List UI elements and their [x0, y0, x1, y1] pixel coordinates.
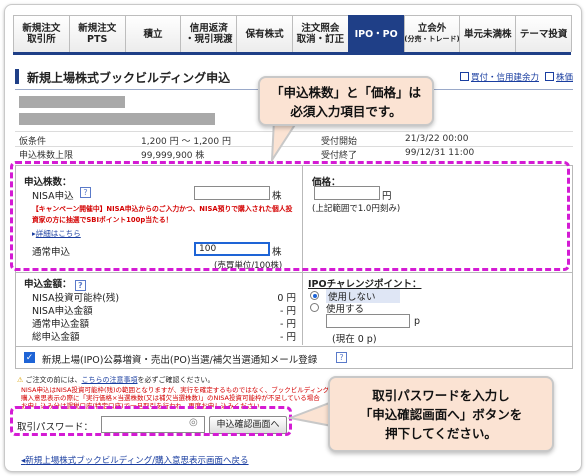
redacted-stock-code — [19, 96, 125, 108]
redacted-stock-name — [19, 113, 215, 125]
amount-row-value: 0 円 — [277, 293, 296, 304]
warning-icon: ⚠ — [17, 376, 24, 384]
tab-sublabel: 取引所 — [27, 34, 56, 45]
back-link[interactable]: ◂新規上場株式ブックビルディング/購入意思表示画面へ戻る — [21, 454, 249, 466]
tab-label: 信用返済 — [189, 23, 228, 34]
tab-new-order-exchange[interactable]: 新規注文 取引所 — [13, 15, 70, 52]
amount-row-value: - 円 — [280, 306, 296, 317]
annotation-highlight-password — [10, 406, 292, 436]
callout-required-fields: 「申込株数」と「価格」は 必須入力項目です。 — [258, 76, 434, 126]
buying-power-link-label: 買付・信用建余力 — [470, 73, 539, 83]
tab-label: 新規注文 — [22, 23, 61, 34]
callout-line: 必須入力項目です。 — [290, 104, 402, 119]
order-tabs: 新規注文 取引所 新規注文 PTS 積立 信用返済 ・現引現渡 保有株式 注文照会 取消… — [13, 15, 572, 55]
callout-line: 「申込株数」と「価格」は — [270, 85, 421, 100]
ipo-radio-unused[interactable] — [310, 291, 319, 300]
callout-line: 取引パスワードを入力し — [372, 388, 510, 403]
amount-row-label: 総申込金額 — [32, 332, 80, 343]
nisa-red-notice-1: NISA申込はNISA投資可能枠(残)の範囲となりますが、実行を確定するものでは… — [21, 386, 330, 394]
tab-odd-lot[interactable]: 単元未満株 — [459, 15, 517, 52]
back-link-label: 新規上場株式ブックビルディング/購入意思表示画面へ戻る — [25, 456, 249, 466]
callout-password-instruction: 取引パスワードを入力し 「申込確認画面へ」ボタンを 押下してください。 — [328, 376, 554, 452]
page-title: 新規上場株式ブックビルディング申込 — [27, 71, 231, 85]
amount-row-label: 通常申込金額 — [32, 319, 90, 330]
mail-label: 新規上場(IPO)公募増資・売出(PO)当選/補欠当選通知メール登録 — [42, 355, 318, 366]
unit-p: p — [414, 316, 421, 327]
tab-label: 積立 — [143, 28, 163, 40]
amount-row-label: NISA投資可能枠(残) — [32, 293, 120, 304]
stock-price-link-label: 株価 — [555, 73, 573, 83]
end-value: 99/12/31 11:00 — [405, 148, 475, 158]
ipo-current-points: (現在 0 p) — [332, 334, 377, 345]
annotation-highlight-qty-price — [10, 161, 570, 271]
stock-price-link[interactable]: 株価 — [544, 71, 573, 83]
tab-label: 立会外 — [417, 23, 447, 34]
tab-new-order-pts[interactable]: 新規注文 PTS — [68, 15, 126, 52]
tab-label: IPO・PO — [354, 28, 398, 40]
ipo-radio-use[interactable] — [310, 303, 319, 312]
amount-table: 申込金額： ? NISA投資可能枠(残) 0 円 NISA申込金額 - 円 通常… — [15, 273, 573, 347]
end-label: 受付終了 — [321, 151, 358, 161]
tab-theme-invest[interactable]: テーマ投資 — [515, 15, 572, 52]
amount-row-value: - 円 — [280, 332, 296, 343]
amount-label-text: 申込金額： — [24, 279, 72, 290]
tab-order-inquiry[interactable]: 注文照会 取消・訂正 — [291, 15, 349, 52]
tab-off-auction[interactable]: 立会外 (分売・トレード) — [403, 15, 461, 52]
callout-line: 押下してください。 — [385, 426, 497, 441]
amount-row-value: - 円 — [280, 319, 296, 330]
tab-label: 新規注文 — [78, 23, 117, 34]
tab-label: 保有株式 — [245, 28, 284, 40]
tab-sublabel: PTS — [87, 34, 108, 45]
ipo-point-input[interactable] — [326, 314, 410, 328]
tab-ipo-po[interactable]: IPO・PO — [347, 15, 405, 52]
mail-row: ✓ 新規上場(IPO)公募増資・売出(PO)当選/補欠当選通知メール登録 ? — [15, 347, 573, 369]
title-marker — [15, 69, 19, 84]
start-value: 21/3/22 00:00 — [405, 134, 469, 144]
callout-line: 「申込確認画面へ」ボタンを — [359, 407, 523, 422]
document-icon — [459, 72, 469, 81]
notice-link[interactable]: こちらの注意事項 — [82, 376, 138, 384]
callout-pointer-1 — [270, 120, 300, 162]
document-icon — [544, 72, 554, 81]
ipo-option-use: 使用する — [326, 304, 365, 315]
notice: ⚠ ご注文の前には、こちらの注意事項を必ずご確認ください。 — [17, 375, 215, 385]
limit-value: 99,999,900 株 — [141, 151, 205, 161]
header-links: 買付・信用建余力 株価 — [459, 71, 573, 83]
buying-power-link[interactable]: 買付・信用建余力 — [459, 71, 539, 83]
mail-checkbox[interactable]: ✓ — [24, 352, 35, 363]
notice-tail: を必ずご確認ください。 — [137, 376, 215, 384]
limit-label: 申込株数上限 — [19, 151, 74, 161]
nisa-red-notice-2: 購入意思表示の際に「実行価格×当選株数(又は補欠当選株数)」のNISA投資可能枠… — [21, 394, 320, 402]
tab-label: 注文照会 — [301, 23, 340, 34]
notice-head: ご注文の前には、 — [25, 376, 82, 384]
tab-sublabel: 取消・訂正 — [296, 34, 345, 45]
tab-tsumitate[interactable]: 積立 — [124, 15, 182, 52]
tab-margin-repay[interactable]: 信用返済 ・現引現渡 — [180, 15, 238, 52]
ipo-point-label: IPOチャレンジポイント： — [308, 279, 422, 290]
tab-sublabel: (分売・トレード) — [404, 35, 460, 43]
amount-label: 申込金額： ? — [24, 276, 86, 291]
column-divider — [302, 273, 303, 345]
tab-sublabel: ・現引現渡 — [185, 34, 233, 45]
amount-row-label: NISA申込金額 — [32, 306, 93, 317]
help-icon[interactable]: ? — [336, 352, 347, 363]
tab-label: 単元未満株 — [464, 28, 512, 40]
tab-holdings[interactable]: 保有株式 — [236, 15, 293, 52]
tab-label: テーマ投資 — [519, 28, 568, 40]
